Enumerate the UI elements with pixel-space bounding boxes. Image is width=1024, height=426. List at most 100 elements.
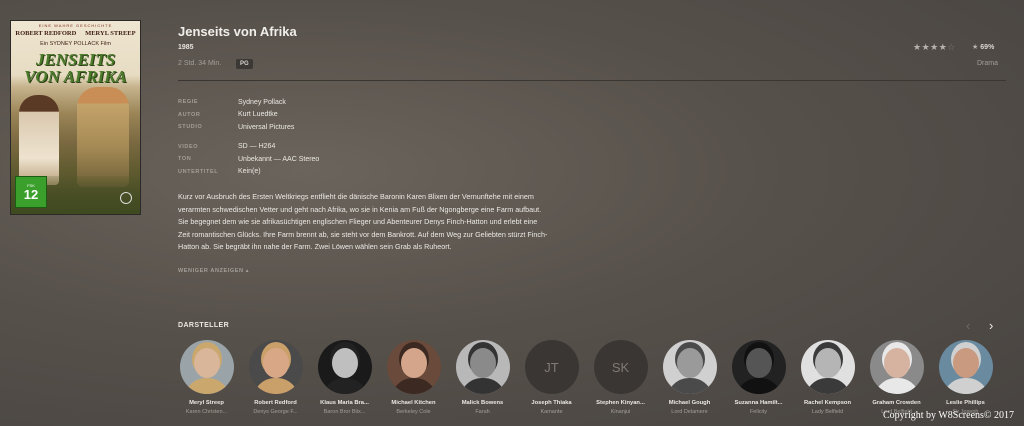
movie-poster[interactable]: EINE WAHRE GESCHICHTE ROBERT REDFORD MER…	[10, 20, 141, 215]
cast-member[interactable]: Klaus Maria Bra... Baron Bror Blix...	[310, 340, 379, 415]
cast-name: Malick Bowens	[461, 400, 504, 406]
content-rating-badge: PG	[236, 59, 253, 69]
cast-name: Stephen Kinyan...	[596, 400, 645, 406]
cast-member[interactable]: Meryl Streep Karen Christen...	[172, 340, 241, 415]
cast-role: Denys George F...	[253, 409, 298, 415]
detail-label: AUTOR	[178, 111, 201, 118]
cast-avatar	[455, 340, 510, 394]
cast-avatar: JT	[524, 340, 579, 394]
detail-label: TON	[178, 156, 192, 163]
cast-header: DARSTELLER	[178, 322, 230, 329]
avatar-shoulders	[942, 378, 989, 394]
poster-figure-woman	[19, 95, 59, 185]
cast-initials: SK	[611, 359, 630, 375]
poster-tagline: EINE WAHRE GESCHICHTE	[38, 23, 113, 28]
avatar-shoulders	[183, 378, 230, 394]
header-divider	[178, 80, 1006, 81]
fsk-value: 12	[23, 187, 39, 202]
cast-name: Michael Gough	[668, 400, 711, 406]
detail-row-director: REGIE Sydney Pollack	[178, 96, 319, 109]
fsk-rating-badge: FSK 12	[15, 176, 47, 208]
avatar-face	[814, 348, 841, 378]
cast-avatar	[317, 340, 372, 394]
cast-name: Leslie Phillips	[946, 400, 985, 406]
poster-cast: ROBERT REDFORD MERYL STREEP	[11, 30, 140, 37]
cast-next-chevron-icon[interactable]: ›	[989, 318, 993, 333]
cast-role: Lady Belfield	[811, 409, 844, 415]
director-value[interactable]: Sydney Pollack	[238, 99, 286, 106]
cast-list: Meryl Streep Karen Christen... Robert Redf…	[172, 340, 1024, 415]
critic-score-value: 69%	[980, 44, 995, 51]
writer-value[interactable]: Kurt Luedtke	[238, 111, 278, 118]
audio-value: Unbekannt — AAC Stereo	[238, 155, 320, 163]
cast-name: Meryl Streep	[189, 400, 224, 406]
cast-avatar: SK	[593, 340, 648, 394]
studio-value[interactable]: Universal Pictures	[238, 124, 294, 131]
cast-member[interactable]: Robert Redford Denys George F...	[241, 340, 310, 415]
avatar-shoulders	[459, 378, 506, 394]
cast-role: Felicity	[749, 409, 768, 415]
cast-avatar	[386, 340, 441, 394]
avatar-shoulders	[735, 378, 782, 394]
cast-member[interactable]: Leslie Phillips Sir Joseph	[931, 340, 1000, 415]
avatar-face	[400, 348, 427, 378]
cast-member[interactable]: SK Stephen Kinyan... Kinanjui	[586, 340, 655, 415]
subtitles-value: Kein(e)	[238, 168, 261, 176]
poster-figure-man	[77, 87, 129, 187]
cast-avatar	[179, 340, 234, 394]
movie-title: Jenseits von Afrika	[178, 24, 297, 39]
user-star-rating[interactable]: ★★★★☆	[913, 42, 956, 53]
detail-row-studio: STUDIO Universal Pictures	[178, 121, 319, 134]
poster-director-line: Ein SYDNEY POLLACK Film	[40, 41, 111, 47]
avatar-shoulders	[252, 378, 299, 394]
stars-empty-icon: ☆	[947, 42, 956, 52]
cast-member[interactable]: Rachel Kempson Lady Belfield	[793, 340, 862, 415]
avatar-face	[676, 348, 703, 378]
cast-name: Suzanna Hamilt...	[734, 400, 783, 406]
runtime: 2 Std. 34 Min.	[178, 60, 222, 67]
avatar-shoulders	[321, 378, 368, 394]
show-less-button[interactable]: WENIGER ANZEIGEN ▴	[178, 268, 249, 274]
avatar-face	[262, 348, 289, 378]
cast-prev-chevron-icon[interactable]: ‹	[966, 318, 970, 333]
avatar-shoulders	[804, 378, 851, 394]
cast-avatar	[662, 340, 717, 394]
cast-member[interactable]: Michael Kitchen Berkeley Cole	[379, 340, 448, 415]
avatar-shoulders	[873, 378, 920, 394]
video-value: SD — H264	[238, 143, 276, 151]
avatar-face	[745, 348, 772, 378]
cast-role: Lord Delamere	[671, 409, 708, 415]
poster-actor-2: MERYL STREEP	[85, 30, 136, 37]
cast-name: Graham Crowden	[872, 400, 921, 406]
avatar-face	[193, 348, 220, 378]
poster-title-line-1: JENSEITS	[35, 50, 116, 69]
cast-role: Kinanjui	[610, 409, 631, 415]
cast-name: Klaus Maria Bra...	[320, 400, 369, 406]
cast-member[interactable]: Graham Crowden Lord Belfield	[862, 340, 931, 415]
stars-filled-icon: ★★★★	[913, 42, 948, 52]
cast-member[interactable]: Michael Gough Lord Delamere	[655, 340, 724, 415]
cast-name: Michael Kitchen	[391, 400, 436, 406]
detail-label: UNTERTITEL	[178, 168, 219, 175]
detail-row-video: VIDEO SD — H264	[178, 141, 319, 154]
cast-member[interactable]: Malick Bowens Farah	[448, 340, 517, 415]
poster-title: JENSEITS VON AFRIKA	[15, 51, 136, 85]
avatar-face	[469, 348, 496, 378]
avatar-face	[883, 348, 910, 378]
cast-avatar	[800, 340, 855, 394]
details-table: REGIE Sydney Pollack AUTOR Kurt Luedtke …	[178, 96, 319, 178]
cast-role: Berkeley Cole	[396, 409, 431, 415]
cast-member[interactable]: JT Joseph Thiaka Kamante	[517, 340, 586, 415]
critic-score: ★ 69%	[972, 43, 994, 51]
cast-role: Karen Christen...	[185, 409, 228, 415]
cast-name: Robert Redford	[254, 400, 297, 406]
avatar-face	[952, 348, 979, 378]
detail-label: STUDIO	[178, 124, 203, 131]
genre[interactable]: Drama	[977, 60, 998, 67]
cast-avatar	[248, 340, 303, 394]
cast-member[interactable]: Suzanna Hamilt... Felicity	[724, 340, 793, 415]
release-year: 1985	[178, 44, 194, 51]
detail-label: REGIE	[178, 99, 199, 106]
detail-row-writer: AUTOR Kurt Luedtke	[178, 109, 319, 122]
cast-name: Joseph Thiaka	[531, 400, 572, 406]
